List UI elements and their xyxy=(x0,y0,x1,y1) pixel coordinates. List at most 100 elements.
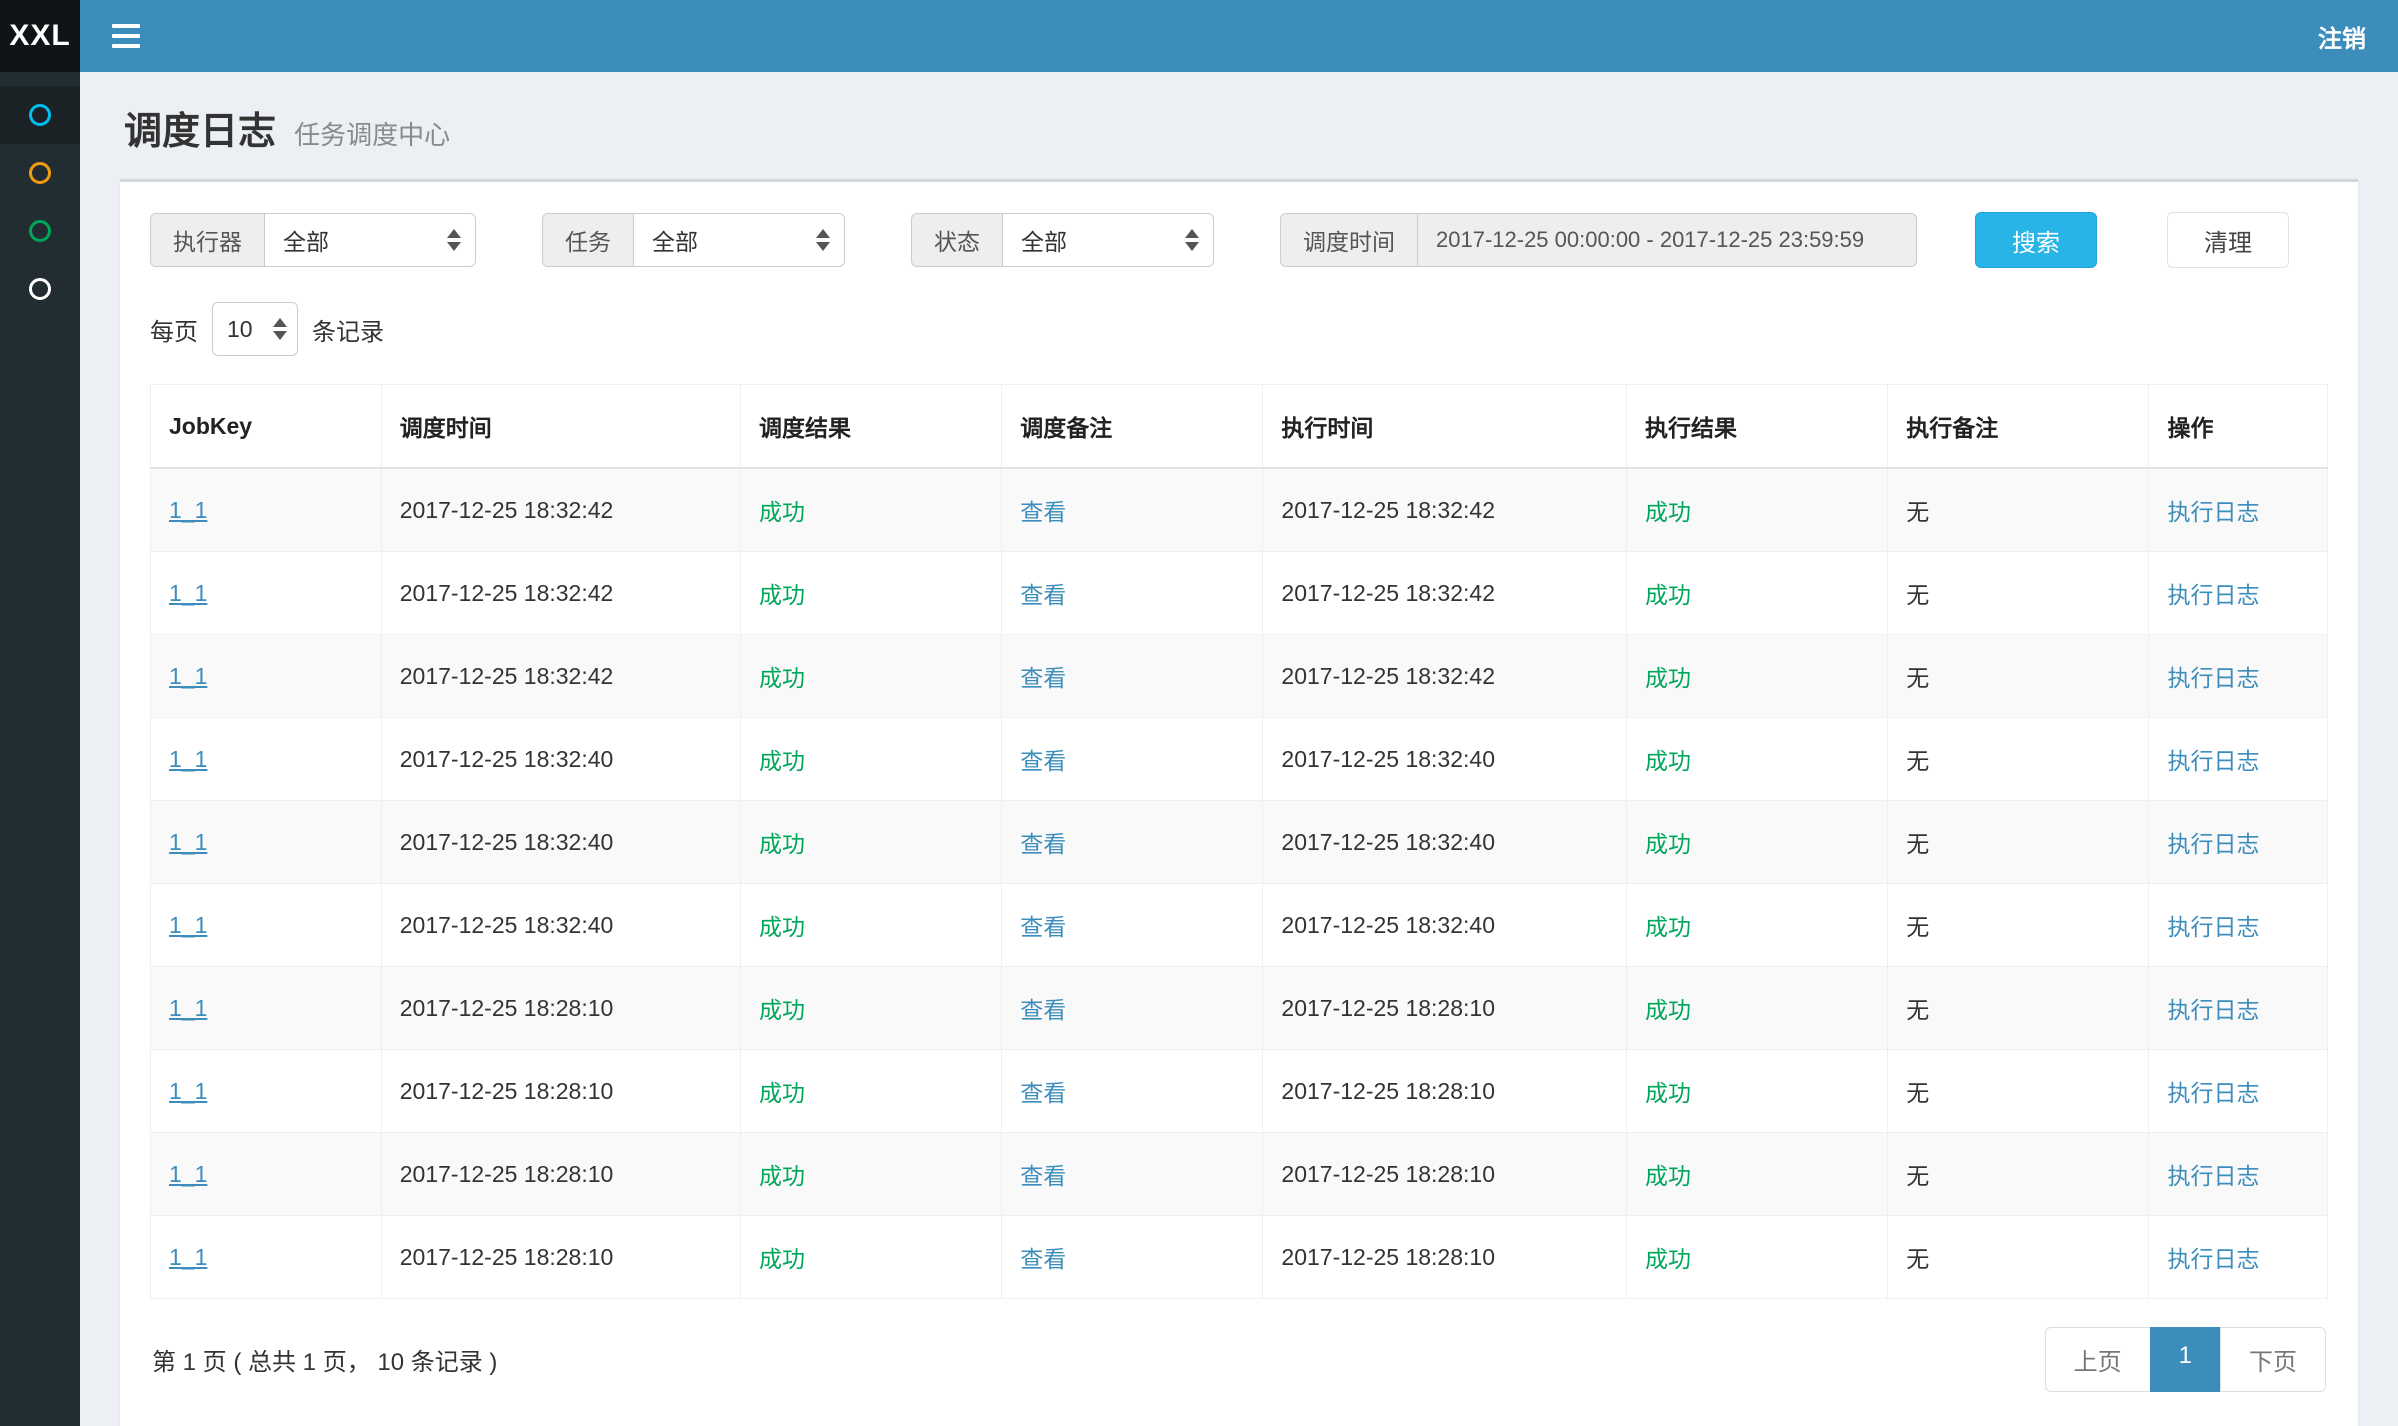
schedule-time-input[interactable] xyxy=(1417,213,1917,267)
status-select[interactable]: 全部 xyxy=(1002,213,1214,267)
sidebar-toggle-icon[interactable] xyxy=(112,24,140,48)
exec-log-link[interactable]: 执行日志 xyxy=(2167,748,2259,774)
view-remark-link[interactable]: 查看 xyxy=(1020,748,1066,774)
exec-time-cell: 2017-12-25 18:32:40 xyxy=(1263,801,1627,884)
sidebar-item-3[interactable] xyxy=(0,202,80,260)
jobkey-link[interactable]: 1_1 xyxy=(169,1244,207,1270)
dispatch-result: 成功 xyxy=(759,748,805,774)
dispatch-time: 2017-12-25 18:32:40 xyxy=(400,912,614,938)
col-exec-time: 执行时间 xyxy=(1263,385,1627,469)
dispatch-time-cell: 2017-12-25 18:32:42 xyxy=(381,635,740,718)
view-remark-link-cell: 查看 xyxy=(1002,718,1263,801)
exec-result: 成功 xyxy=(1645,1080,1691,1106)
navbar-main: 注销 xyxy=(80,0,2398,72)
prev-page-button[interactable]: 上页 xyxy=(2045,1327,2151,1392)
table-row: 1_12017-12-25 18:32:40成功查看2017-12-25 18:… xyxy=(151,884,2328,967)
col-dispatch-time: 调度时间 xyxy=(381,385,740,469)
exec-log-link-cell: 执行日志 xyxy=(2149,552,2328,635)
log-table: JobKey 调度时间 调度结果 调度备注 执行时间 执行结果 执行备注 操作 … xyxy=(150,384,2328,1299)
select-arrows-icon xyxy=(1185,229,1199,251)
current-page-button[interactable]: 1 xyxy=(2150,1327,2221,1392)
sidebar-item-2[interactable] xyxy=(0,144,80,202)
dispatch-result-cell: 成功 xyxy=(740,468,1001,552)
view-remark-link[interactable]: 查看 xyxy=(1020,1163,1066,1189)
dispatch-result: 成功 xyxy=(759,997,805,1023)
view-remark-link[interactable]: 查看 xyxy=(1020,914,1066,940)
dispatch-result-cell: 成功 xyxy=(740,1216,1001,1299)
view-remark-link-cell: 查看 xyxy=(1002,552,1263,635)
executor-select[interactable]: 全部 xyxy=(264,213,476,267)
sidebar-item-1[interactable] xyxy=(0,86,80,144)
view-remark-link[interactable]: 查看 xyxy=(1020,665,1066,691)
jobkey-link[interactable]: 1_1 xyxy=(169,995,207,1021)
dispatch-time: 2017-12-25 18:28:10 xyxy=(400,1161,614,1187)
circle-icon xyxy=(29,104,51,126)
exec-time: 2017-12-25 18:32:40 xyxy=(1281,746,1495,772)
exec-time-cell: 2017-12-25 18:32:42 xyxy=(1263,468,1627,552)
exec-remark-cell: 无 xyxy=(1888,635,2149,718)
exec-result: 成功 xyxy=(1645,748,1691,774)
page-size-select[interactable]: 10 xyxy=(212,302,298,356)
exec-time: 2017-12-25 18:28:10 xyxy=(1281,995,1495,1021)
view-remark-link[interactable]: 查看 xyxy=(1020,1246,1066,1272)
exec-remark: 无 xyxy=(1906,748,1929,774)
content-box: 执行器 全部 任务 全部 状态 全部 xyxy=(120,179,2358,1426)
exec-log-link[interactable]: 执行日志 xyxy=(2167,582,2259,608)
exec-log-link[interactable]: 执行日志 xyxy=(2167,1163,2259,1189)
view-remark-link[interactable]: 查看 xyxy=(1020,499,1066,525)
exec-log-link[interactable]: 执行日志 xyxy=(2167,499,2259,525)
view-remark-link[interactable]: 查看 xyxy=(1020,582,1066,608)
pagination-summary: 第 1 页 ( 总共 1 页， 10 条记录 ) xyxy=(152,1342,497,1377)
search-button[interactable]: 搜索 xyxy=(1975,212,2097,268)
exec-result: 成功 xyxy=(1645,1163,1691,1189)
exec-remark-cell: 无 xyxy=(1888,1216,2149,1299)
jobkey-link[interactable]: 1_1 xyxy=(169,1078,207,1104)
exec-time-cell: 2017-12-25 18:32:40 xyxy=(1263,884,1627,967)
exec-time: 2017-12-25 18:32:42 xyxy=(1281,580,1495,606)
sidebar-item-4[interactable] xyxy=(0,260,80,318)
job-select[interactable]: 全部 xyxy=(633,213,845,267)
jobkey-link[interactable]: 1_1 xyxy=(169,497,207,523)
dispatch-result: 成功 xyxy=(759,499,805,525)
jobkey-link-cell: 1_1 xyxy=(151,718,382,801)
jobkey-link-cell: 1_1 xyxy=(151,884,382,967)
dispatch-result: 成功 xyxy=(759,1246,805,1272)
view-remark-link[interactable]: 查看 xyxy=(1020,1080,1066,1106)
job-filter-label: 任务 xyxy=(542,213,633,267)
jobkey-link[interactable]: 1_1 xyxy=(169,746,207,772)
exec-result-cell: 成功 xyxy=(1626,552,1887,635)
exec-log-link[interactable]: 执行日志 xyxy=(2167,665,2259,691)
exec-log-link[interactable]: 执行日志 xyxy=(2167,831,2259,857)
exec-remark: 无 xyxy=(1906,1163,1929,1189)
table-row: 1_12017-12-25 18:32:42成功查看2017-12-25 18:… xyxy=(151,552,2328,635)
exec-result: 成功 xyxy=(1645,997,1691,1023)
jobkey-link[interactable]: 1_1 xyxy=(169,580,207,606)
logout-link[interactable]: 注销 xyxy=(2318,19,2366,54)
time-filter-label: 调度时间 xyxy=(1280,213,1417,267)
next-page-button[interactable]: 下页 xyxy=(2220,1327,2326,1392)
job-select-value: 全部 xyxy=(652,223,698,257)
exec-log-link[interactable]: 执行日志 xyxy=(2167,1246,2259,1272)
dispatch-result: 成功 xyxy=(759,831,805,857)
table-row: 1_1 2017-12-25 18:32:40 成功 查看 2017-12-25 18:… xyxy=(151,718,2328,801)
exec-log-link[interactable]: 执行日志 xyxy=(2167,914,2259,940)
jobkey-link[interactable]: 1_1 xyxy=(169,829,207,855)
dispatch-time: 2017-12-25 18:32:40 xyxy=(400,746,614,772)
exec-remark-cell: 无 xyxy=(1888,468,2149,552)
exec-result-cell: 成功 xyxy=(1626,718,1887,801)
dispatch-time-cell: 2017-12-25 18:32:40 xyxy=(381,884,740,967)
app-logo[interactable]: XXL xyxy=(0,0,80,72)
exec-log-link[interactable]: 执行日志 xyxy=(2167,997,2259,1023)
jobkey-link[interactable]: 1_1 xyxy=(169,1161,207,1187)
jobkey-link[interactable]: 1_1 xyxy=(169,912,207,938)
dispatch-time-cell: 2017-12-25 18:32:40 xyxy=(381,718,740,801)
jobkey-link-cell: 1_1 xyxy=(151,967,382,1050)
clear-button[interactable]: 清理 xyxy=(2167,212,2289,268)
dispatch-time: 2017-12-25 18:32:42 xyxy=(400,663,614,689)
view-remark-link[interactable]: 查看 xyxy=(1020,831,1066,857)
executor-filter-group: 执行器 全部 xyxy=(150,213,476,267)
jobkey-link[interactable]: 1_1 xyxy=(169,663,207,689)
exec-log-link[interactable]: 执行日志 xyxy=(2167,1080,2259,1106)
exec-remark-cell: 无 xyxy=(1888,552,2149,635)
view-remark-link[interactable]: 查看 xyxy=(1020,997,1066,1023)
